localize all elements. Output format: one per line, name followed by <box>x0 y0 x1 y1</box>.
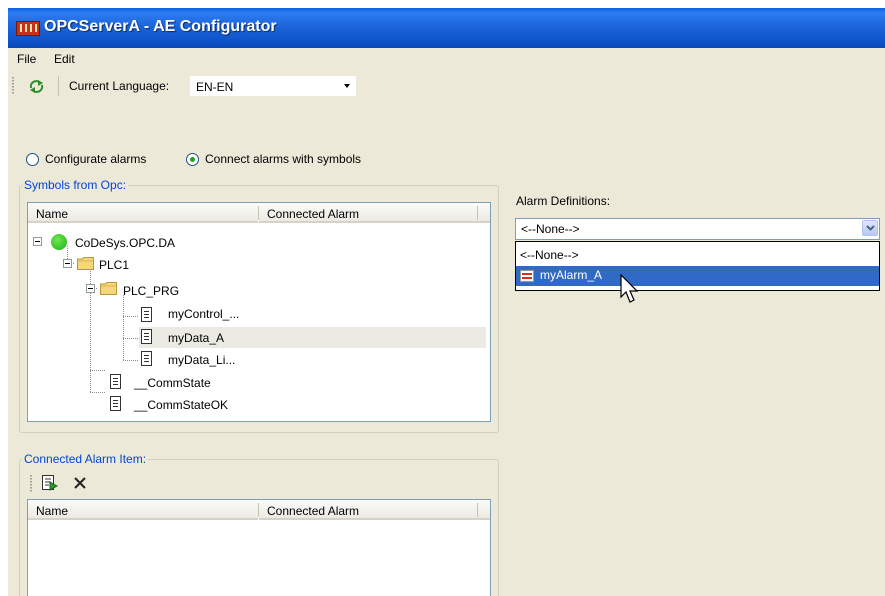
tree-item-plc1[interactable]: PLC1 <box>99 258 129 272</box>
folder-icon <box>100 282 117 295</box>
language-value: EN-EN <box>196 80 234 94</box>
expander-plc-prg[interactable] <box>86 284 95 293</box>
symbols-group-title: Symbols from Opc: <box>22 178 129 192</box>
delete-icon[interactable] <box>73 476 87 490</box>
expander-root[interactable] <box>33 237 42 246</box>
document-icon <box>110 374 121 389</box>
symbols-tree[interactable]: Name Connected Alarm CoDeSys.OPC.DA PLC1 <box>27 202 491 422</box>
alarm-definitions-label: Alarm Definitions: <box>516 194 611 208</box>
tree-item-root[interactable]: CoDeSys.OPC.DA <box>75 236 175 250</box>
configurate-alarms-radio[interactable] <box>26 153 39 166</box>
tree-item-mydata-a[interactable]: myData_A <box>168 331 224 345</box>
document-icon <box>141 307 152 322</box>
document-icon <box>110 396 121 411</box>
alarm-option-none[interactable]: <--None--> <box>516 246 879 266</box>
header-name[interactable]: Name <box>28 203 258 223</box>
dropdown-button[interactable] <box>862 220 878 236</box>
chevron-down-icon <box>866 225 875 231</box>
chevron-down-icon <box>344 84 350 88</box>
alarm-select-value: <--None--> <box>521 222 580 236</box>
alarm-dropdown-list: <--None--> myAlarm_A <box>515 241 880 291</box>
toolbar: Current Language: EN-EN <box>8 71 885 101</box>
alarm-definitions-select[interactable]: <--None--> <box>515 218 880 240</box>
menu-file[interactable]: File <box>17 52 36 66</box>
alarm-icon <box>520 270 534 282</box>
header-connected-alarm[interactable]: Connected Alarm <box>259 203 478 223</box>
window-title: OPCServerA - AE Configurator <box>44 18 277 35</box>
alarm-option-myalarm-a[interactable]: myAlarm_A <box>516 266 879 286</box>
menu-edit[interactable]: Edit <box>54 52 75 66</box>
configurate-alarms-label[interactable]: Configurate alarms <box>45 152 146 166</box>
tree-item-commstate[interactable]: __CommState <box>134 376 211 390</box>
app-icon <box>16 21 40 36</box>
tree-item-mydata-li[interactable]: myData_Li... <box>168 353 235 367</box>
document-icon <box>141 351 152 366</box>
tree-item-mycontrol[interactable]: myControl_... <box>168 307 239 321</box>
title-bar[interactable]: OPCServerA - AE Configurator <box>8 8 885 48</box>
toolbar-grip[interactable] <box>30 475 32 493</box>
connected-alarm-list[interactable]: Name Connected Alarm <box>27 499 491 596</box>
app-window: OPCServerA - AE Configurator File Edit C… <box>8 8 885 596</box>
language-select[interactable]: EN-EN <box>189 75 357 97</box>
language-label: Current Language: <box>69 79 170 93</box>
menu-bar: File Edit <box>8 48 885 71</box>
connected-alarm-group-title: Connected Alarm Item: <box>22 452 149 466</box>
toolbar-grip[interactable] <box>12 77 14 95</box>
connect-alarms-radio[interactable] <box>186 153 199 166</box>
edit-icon[interactable] <box>41 474 59 492</box>
document-icon <box>141 329 152 344</box>
mouse-cursor-icon <box>620 274 639 303</box>
header-name[interactable]: Name <box>28 500 258 520</box>
server-icon <box>51 234 67 250</box>
refresh-icon[interactable] <box>28 79 45 94</box>
connect-alarms-label[interactable]: Connect alarms with symbols <box>205 152 361 166</box>
tree-item-commstateok[interactable]: __CommStateOK <box>134 398 228 412</box>
tree-item-plc-prg[interactable]: PLC_PRG <box>123 284 179 298</box>
folder-icon <box>77 257 94 270</box>
header-connected-alarm[interactable]: Connected Alarm <box>259 500 478 520</box>
expander-plc1[interactable] <box>63 259 72 268</box>
